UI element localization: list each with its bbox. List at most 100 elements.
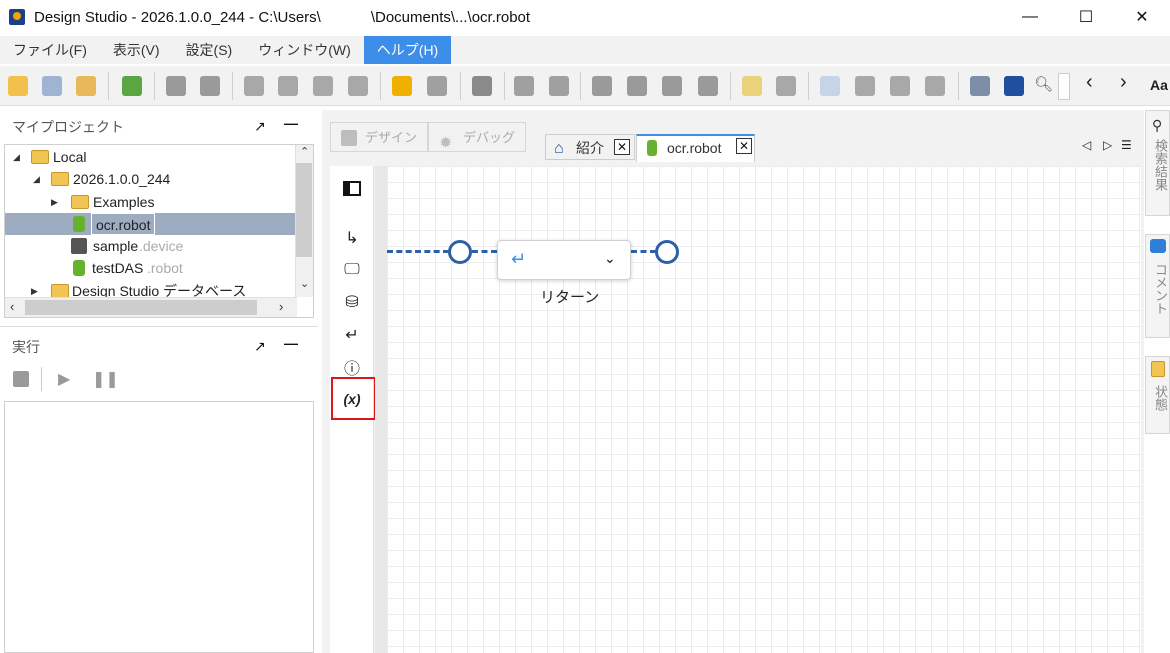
scroll-down-icon[interactable]: ⌄ bbox=[300, 277, 309, 290]
sync-icon[interactable] bbox=[76, 76, 96, 96]
paste-icon[interactable] bbox=[313, 76, 333, 96]
scroll-up-icon[interactable]: ⌃ bbox=[300, 145, 309, 158]
shield-update-icon[interactable] bbox=[1004, 76, 1024, 96]
tab-design[interactable]: デザイン bbox=[330, 122, 428, 152]
minimize-panel-icon[interactable]: — bbox=[284, 115, 298, 131]
maximize-button[interactable]: ☐ bbox=[1058, 0, 1114, 34]
robot-icon bbox=[73, 216, 85, 232]
title-bar: Design Studio - 2026.1.0.0_244 - C:\User… bbox=[0, 0, 1170, 34]
database-icon[interactable]: ⛁ bbox=[330, 288, 374, 316]
play-icon[interactable]: ▶ bbox=[58, 369, 70, 389]
step-icon[interactable] bbox=[472, 76, 492, 96]
save-all-icon[interactable] bbox=[42, 76, 62, 96]
return-step[interactable]: ↵ ⌄ bbox=[497, 240, 631, 280]
scroll-left-icon[interactable]: ‹ bbox=[10, 299, 14, 314]
side-tab-label: 検索結果 bbox=[1153, 139, 1168, 191]
robot-icon bbox=[73, 260, 85, 276]
toggle-panel-icon[interactable] bbox=[330, 174, 374, 202]
copy-icon[interactable] bbox=[278, 76, 298, 96]
insert-step-icon[interactable] bbox=[592, 76, 612, 96]
home-icon: ⌂ bbox=[554, 140, 564, 157]
palette-divider[interactable] bbox=[375, 166, 387, 653]
chevron-left-icon[interactable]: ‹ bbox=[1086, 71, 1093, 94]
tree-item-local[interactable]: ◢ Local bbox=[5, 146, 295, 168]
search-icon[interactable]: 🔍︎ bbox=[1034, 75, 1053, 93]
stop-icon[interactable] bbox=[13, 371, 29, 387]
collapse-icon[interactable] bbox=[855, 76, 875, 96]
pause-icon[interactable]: ❚❚ bbox=[92, 369, 119, 389]
minimize-panel-icon[interactable]: — bbox=[284, 335, 298, 351]
tree-horizontal-scrollbar[interactable]: ‹ › bbox=[5, 297, 297, 317]
step-arrow-icon[interactable]: ↳ bbox=[330, 224, 374, 252]
undo-icon[interactable] bbox=[166, 76, 186, 96]
menu-help[interactable]: ヘルプ(H) bbox=[363, 36, 452, 64]
tree-vertical-scrollbar[interactable]: ⌃ ⌄ bbox=[295, 145, 313, 297]
font-size-icon[interactable]: Aa bbox=[1150, 77, 1168, 93]
close-tab-icon[interactable]: ✕ bbox=[736, 138, 752, 154]
return-icon[interactable]: ↵ bbox=[330, 321, 374, 349]
expand-arrow-icon[interactable]: ◢ bbox=[13, 146, 20, 168]
chevron-right-icon[interactable]: › bbox=[1120, 71, 1127, 94]
cut-icon[interactable] bbox=[244, 76, 264, 96]
play-icon[interactable] bbox=[514, 76, 534, 96]
menu-bar: ファイル(F) 表示(V) 設定(S) ウィンドウ(W) ヘルプ(H) bbox=[0, 36, 1170, 64]
tree-item-testdas-robot[interactable]: testDAS .robot bbox=[5, 257, 295, 279]
menu-settings[interactable]: 設定(S) bbox=[173, 36, 246, 64]
tree-item-label: Local bbox=[53, 149, 87, 165]
tree-item-ocr-robot[interactable]: ocr.robot bbox=[5, 213, 295, 235]
scroll-thumb[interactable] bbox=[296, 163, 312, 257]
side-tab-comments[interactable]: コメント bbox=[1145, 234, 1170, 338]
scroll-right-icon[interactable]: › bbox=[279, 299, 283, 314]
group-icon[interactable] bbox=[698, 76, 718, 96]
flow-end-node[interactable] bbox=[655, 240, 679, 264]
side-tab-state[interactable]: 状態 bbox=[1145, 356, 1170, 434]
side-tab-search-results[interactable]: ⚲ 検索結果 bbox=[1145, 110, 1170, 216]
fit-icon[interactable] bbox=[890, 76, 910, 96]
expand-arrow-icon[interactable]: ◢ bbox=[33, 168, 40, 190]
tab-list-icon[interactable]: ☰ bbox=[1121, 138, 1132, 152]
toolbar-input[interactable] bbox=[1058, 73, 1070, 100]
tree-item-sample-device[interactable]: sample .device bbox=[5, 235, 295, 257]
tag-icon[interactable] bbox=[742, 76, 762, 96]
insert-branch-icon[interactable] bbox=[627, 76, 647, 96]
tab-introduction[interactable]: ⌂ 紹介 ✕ bbox=[545, 134, 635, 160]
tree-item-version[interactable]: ◢ 2026.1.0.0_244 bbox=[5, 168, 295, 190]
pause-icon[interactable] bbox=[549, 76, 569, 96]
menu-file[interactable]: ファイル(F) bbox=[0, 36, 100, 64]
menu-window[interactable]: ウィンドウ(W) bbox=[245, 36, 364, 64]
flow-start-node[interactable] bbox=[448, 240, 472, 264]
new-robot-icon[interactable] bbox=[122, 76, 142, 96]
project-panel-title: マイプロジェクト bbox=[12, 119, 124, 135]
design-icon bbox=[341, 130, 357, 146]
tab-ocr-robot[interactable]: ocr.robot ✕ bbox=[636, 134, 755, 162]
minimize-button[interactable]: — bbox=[1002, 0, 1058, 34]
add-box-icon[interactable] bbox=[820, 76, 840, 96]
screen-icon[interactable]: 🖵︎ bbox=[330, 256, 374, 284]
redo-icon[interactable] bbox=[200, 76, 220, 96]
move-icon[interactable] bbox=[925, 76, 945, 96]
tab-debug[interactable]: ✹ デバッグ bbox=[428, 122, 526, 152]
tab-scroll-left-icon[interactable]: ◁ bbox=[1082, 138, 1091, 152]
tree-item-examples[interactable]: ▶ Examples bbox=[5, 191, 295, 213]
tree-item-label: Examples bbox=[93, 194, 155, 210]
maximize-panel-icon[interactable]: ↗ bbox=[254, 118, 266, 135]
close-tab-icon[interactable]: ✕ bbox=[614, 139, 630, 155]
scroll-thumb[interactable] bbox=[25, 300, 257, 315]
tab-label: 紹介 bbox=[576, 140, 604, 156]
stop-icon[interactable] bbox=[427, 76, 447, 96]
open-folder-icon[interactable] bbox=[8, 76, 28, 96]
select-icon[interactable] bbox=[776, 76, 796, 96]
collapse-arrow-icon[interactable]: ▶ bbox=[51, 191, 58, 213]
tab-label: デバッグ bbox=[463, 130, 516, 145]
lightning-icon[interactable] bbox=[392, 76, 412, 96]
menu-view[interactable]: 表示(V) bbox=[100, 36, 173, 64]
shield-icon[interactable] bbox=[970, 76, 990, 96]
tab-scroll-right-icon[interactable]: ▷ bbox=[1103, 138, 1112, 152]
state-icon bbox=[1151, 361, 1165, 377]
window-title: Design Studio - 2026.1.0.0_244 - C:\User… bbox=[34, 8, 531, 26]
maximize-panel-icon[interactable]: ↗ bbox=[254, 338, 266, 355]
export-icon[interactable] bbox=[662, 76, 682, 96]
chevron-down-icon[interactable]: ⌄ bbox=[604, 250, 616, 267]
close-window-button[interactable]: ✕ bbox=[1114, 0, 1170, 34]
delete-icon[interactable] bbox=[348, 76, 368, 96]
